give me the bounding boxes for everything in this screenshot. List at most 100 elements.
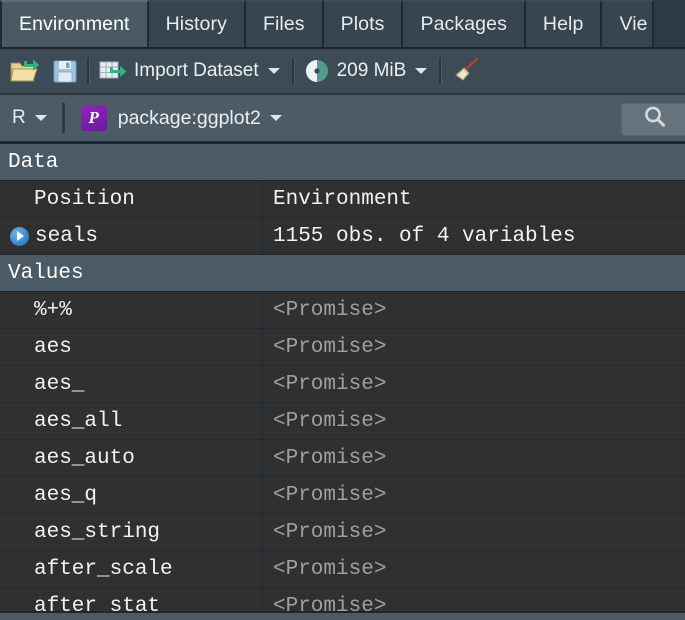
object-name-cell: aes_q — [0, 477, 263, 513]
environment-object-grid: Data Position Environment seals 1155 obs. of… — [0, 144, 685, 616]
pane-tab-bar: Environment History Files Plots Packages Help… — [0, 0, 685, 49]
memory-pie-icon — [304, 58, 330, 84]
object-value-label: <Promise> — [273, 409, 387, 433]
tab-help[interactable]: Help — [525, 0, 603, 47]
object-value-cell: <Promise> — [263, 477, 685, 513]
object-name-cell: aes_all — [0, 403, 263, 439]
object-value-cell: <Promise> — [263, 366, 685, 402]
table-row[interactable]: aes_string <Promise> — [0, 514, 685, 551]
search-icon — [642, 104, 668, 135]
object-value-label: <Promise> — [273, 372, 387, 396]
table-row[interactable]: aes_ <Promise> — [0, 366, 685, 403]
tab-plots[interactable]: Plots — [323, 0, 404, 47]
language-label: R — [12, 107, 26, 128]
open-folder-icon — [10, 58, 40, 84]
toolbar-separator-1 — [87, 58, 90, 84]
environment-scope-selector[interactable]: P package:ggplot2 — [75, 102, 291, 134]
broom-icon — [451, 57, 481, 85]
object-value-cell: <Promise> — [263, 514, 685, 550]
save-workspace-button[interactable] — [44, 49, 78, 93]
memory-usage-button[interactable]: 209 MiB — [304, 49, 431, 93]
object-name-cell: aes_ — [0, 366, 263, 402]
section-header-data: Data — [0, 144, 685, 181]
language-chevron-down-icon[interactable] — [34, 115, 47, 121]
tab-label: Environment — [19, 13, 130, 35]
table-row[interactable]: Position Environment — [0, 181, 685, 218]
object-value-label: Environment — [273, 187, 412, 211]
object-value-label: <Promise> — [273, 298, 387, 322]
object-value-label: <Promise> — [273, 557, 387, 581]
envbar-separator — [61, 103, 65, 133]
toolbar-separator-3 — [439, 58, 443, 84]
object-name-label: Position — [34, 187, 135, 211]
tab-label: Plots — [340, 13, 385, 35]
object-value-cell: 1155 obs. of 4 variables — [263, 218, 685, 254]
table-row[interactable]: seals 1155 obs. of 4 variables — [0, 218, 685, 255]
memory-usage-label: 209 MiB — [336, 60, 407, 81]
object-value-cell: <Promise> — [263, 440, 685, 476]
object-name-label: aes_all — [34, 409, 123, 433]
environment-pane: Environment History Files Plots Packages Help… — [0, 0, 685, 620]
table-row[interactable]: aes_auto <Promise> — [0, 440, 685, 477]
object-value-label: <Promise> — [273, 520, 387, 544]
import-dataset-grid-icon — [99, 59, 127, 83]
tab-label: Files — [262, 13, 305, 35]
tab-label: Help — [542, 13, 584, 35]
object-value-label: <Promise> — [273, 446, 387, 470]
object-name-cell: seals — [0, 218, 263, 254]
object-value-cell: Environment — [263, 181, 685, 217]
object-name-label: %+% — [34, 298, 72, 322]
load-workspace-button[interactable] — [10, 49, 44, 93]
clear-workspace-button[interactable] — [451, 49, 481, 93]
toolbar-separator-2 — [291, 58, 295, 84]
object-name-cell: aes_string — [0, 514, 263, 550]
save-disk-icon — [52, 58, 78, 84]
object-name-label: aes — [34, 335, 72, 359]
expand-arrow-icon[interactable] — [10, 226, 29, 246]
tab-files[interactable]: Files — [245, 0, 324, 47]
table-row[interactable]: aes_q <Promise> — [0, 477, 685, 514]
tab-label: Packages — [420, 13, 507, 35]
object-value-label: <Promise> — [273, 483, 387, 507]
object-value-cell: <Promise> — [263, 403, 685, 439]
table-row[interactable]: aes <Promise> — [0, 329, 685, 366]
import-dataset-label: Import Dataset — [134, 60, 259, 81]
object-name-cell: %+% — [0, 292, 263, 328]
pane-bottom-strip — [0, 611, 685, 620]
object-value-cell: <Promise> — [263, 329, 685, 365]
environment-scope-label: package:ggplot2 — [117, 106, 261, 129]
environment-scope-chevron-down-icon[interactable] — [269, 115, 282, 121]
table-row[interactable]: after_scale <Promise> — [0, 551, 685, 588]
tab-packages[interactable]: Packages — [403, 0, 526, 47]
object-name-cell: aes_auto — [0, 440, 263, 476]
object-name-label: aes_q — [34, 483, 98, 507]
import-dataset-button[interactable]: Import Dataset — [99, 49, 283, 93]
object-name-cell: Position — [0, 181, 263, 217]
search-input[interactable] — [621, 103, 685, 136]
section-header-values: Values — [0, 255, 685, 292]
tab-history[interactable]: History — [148, 0, 246, 47]
language-selector[interactable]: R — [12, 107, 50, 129]
object-value-label: 1155 obs. of 4 variables — [273, 224, 576, 248]
environment-toolbar: Import Dataset 209 MiB — [0, 49, 685, 95]
table-row[interactable]: %+% <Promise> — [0, 292, 685, 329]
tab-label: History — [165, 13, 227, 35]
tab-environment[interactable]: Environment — [0, 0, 149, 47]
object-name-label: aes_ — [34, 372, 85, 396]
memory-chevron-down-icon[interactable] — [415, 68, 428, 74]
object-name-cell: after_scale — [0, 551, 263, 587]
object-value-label: <Promise> — [273, 335, 387, 359]
environment-selector-bar: R P package:ggplot2 — [0, 95, 685, 232]
package-badge-icon: P — [80, 105, 107, 131]
import-dataset-chevron-down-icon[interactable] — [267, 68, 280, 74]
object-value-cell: <Promise> — [263, 292, 685, 328]
object-name-label: seals — [35, 224, 99, 248]
object-name-label: aes_string — [34, 520, 161, 544]
table-row[interactable]: aes_all <Promise> — [0, 403, 685, 440]
object-name-label: after_scale — [34, 557, 173, 581]
object-value-cell: <Promise> — [263, 551, 685, 587]
tab-label: Vie — [619, 13, 648, 35]
object-name-label: aes_auto — [34, 446, 135, 470]
object-name-cell: aes — [0, 329, 263, 365]
tab-vie[interactable]: Vie — [602, 0, 654, 47]
